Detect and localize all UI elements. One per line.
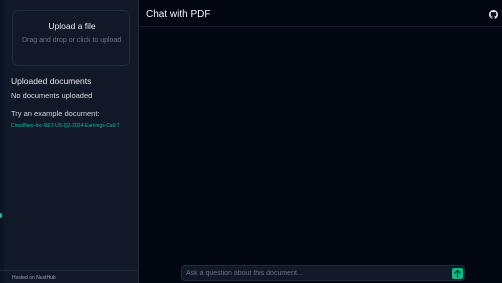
chat-input-container bbox=[181, 265, 465, 281]
example-document-link[interactable]: Cloudflare-Inc-NET-US-Q2-2024-Earnings-C… bbox=[11, 123, 133, 129]
main-panel: Chat with PDF bbox=[139, 0, 502, 283]
sidebar-edge bbox=[0, 0, 4, 283]
chat-messages-area bbox=[139, 27, 502, 263]
sidebar: Upload a file Drag and drop or click to … bbox=[0, 0, 139, 283]
chat-input[interactable] bbox=[186, 267, 448, 279]
upload-title: Upload a file bbox=[48, 21, 96, 31]
upload-dropzone[interactable]: Upload a file Drag and drop or click to … bbox=[12, 10, 130, 66]
example-document-label: Try an example document: bbox=[11, 109, 100, 118]
send-button[interactable] bbox=[452, 268, 463, 279]
arrow-up-icon bbox=[454, 269, 461, 278]
sidebar-footer: Hosted on NuxtHub bbox=[0, 270, 138, 283]
github-icon[interactable] bbox=[489, 10, 498, 19]
resize-handle[interactable] bbox=[0, 213, 2, 218]
page-title: Chat with PDF bbox=[146, 9, 211, 20]
hosted-on-text[interactable]: Hosted on NuxtHub bbox=[12, 275, 56, 281]
top-bar: Chat with PDF bbox=[139, 0, 502, 27]
app: Upload a file Drag and drop or click to … bbox=[0, 0, 502, 283]
upload-hint: Drag and drop or click to upload bbox=[22, 37, 122, 44]
no-documents-text: No documents uploaded bbox=[11, 91, 93, 100]
uploaded-documents-heading: Uploaded documents bbox=[11, 76, 92, 86]
